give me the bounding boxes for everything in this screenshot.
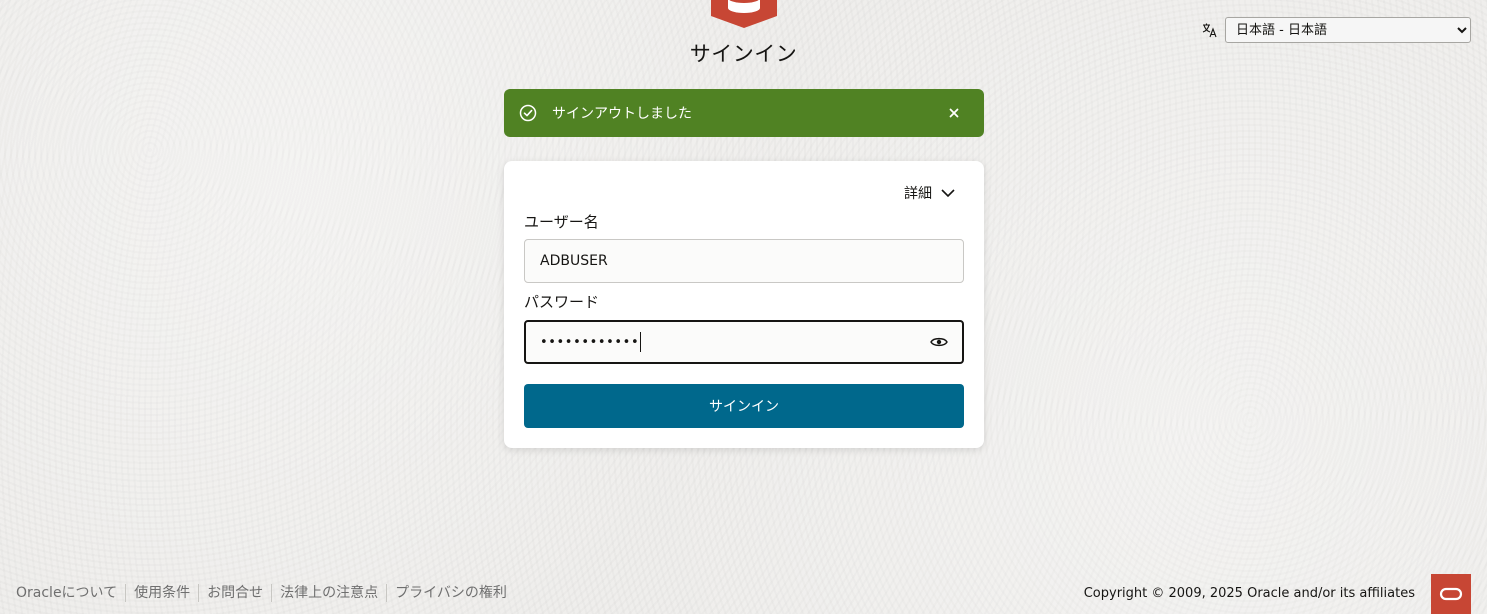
username-input[interactable]: ADBUSER — [524, 239, 964, 283]
password-label: パスワード — [524, 293, 600, 311]
details-toggle[interactable]: 詳細 — [904, 183, 956, 203]
footer-link-legal-notices[interactable]: 法律上の注意点 — [271, 584, 386, 602]
oracle-logo-icon — [1431, 574, 1471, 614]
footer-link-terms-of-use[interactable]: 使用条件 — [125, 584, 198, 602]
text-caret — [640, 332, 642, 352]
close-icon — [949, 108, 959, 118]
check-circle-icon — [518, 103, 538, 123]
chevron-down-icon — [941, 189, 955, 198]
database-logo-icon — [711, 0, 777, 28]
close-banner-button[interactable] — [942, 101, 966, 125]
signin-card: 詳細 ユーザー名 ADBUSER パスワード •••••••••••• サインイ… — [504, 161, 984, 448]
footer-links: Oracleについて 使用条件 お問合せ 法律上の注意点 プライバシの権利 — [16, 584, 515, 602]
banner-message: サインアウトしました — [552, 106, 692, 122]
copyright-text: Copyright © 2009, 2025 Oracle and/or its… — [1083, 586, 1415, 601]
password-masked: •••••••••••• — [540, 334, 640, 350]
signin-button[interactable]: サインイン — [524, 384, 964, 428]
footer-link-contact[interactable]: お問合せ — [198, 584, 271, 602]
translate-icon — [1201, 21, 1219, 39]
username-label: ユーザー名 — [524, 213, 599, 231]
footer-link-about-oracle[interactable]: Oracleについて — [16, 584, 125, 602]
username-value: ADBUSER — [540, 253, 608, 269]
language-selector-group: 日本語 - 日本語 — [1201, 17, 1471, 43]
details-label: 詳細 — [904, 186, 932, 202]
signout-success-banner: サインアウトしました — [504, 89, 984, 137]
footer-link-privacy-rights[interactable]: プライバシの権利 — [386, 584, 515, 602]
language-select[interactable]: 日本語 - 日本語 — [1225, 17, 1471, 43]
password-value: •••••••••••• — [540, 332, 930, 352]
show-password-eye-icon[interactable] — [930, 333, 948, 351]
password-input[interactable]: •••••••••••• — [524, 320, 964, 364]
